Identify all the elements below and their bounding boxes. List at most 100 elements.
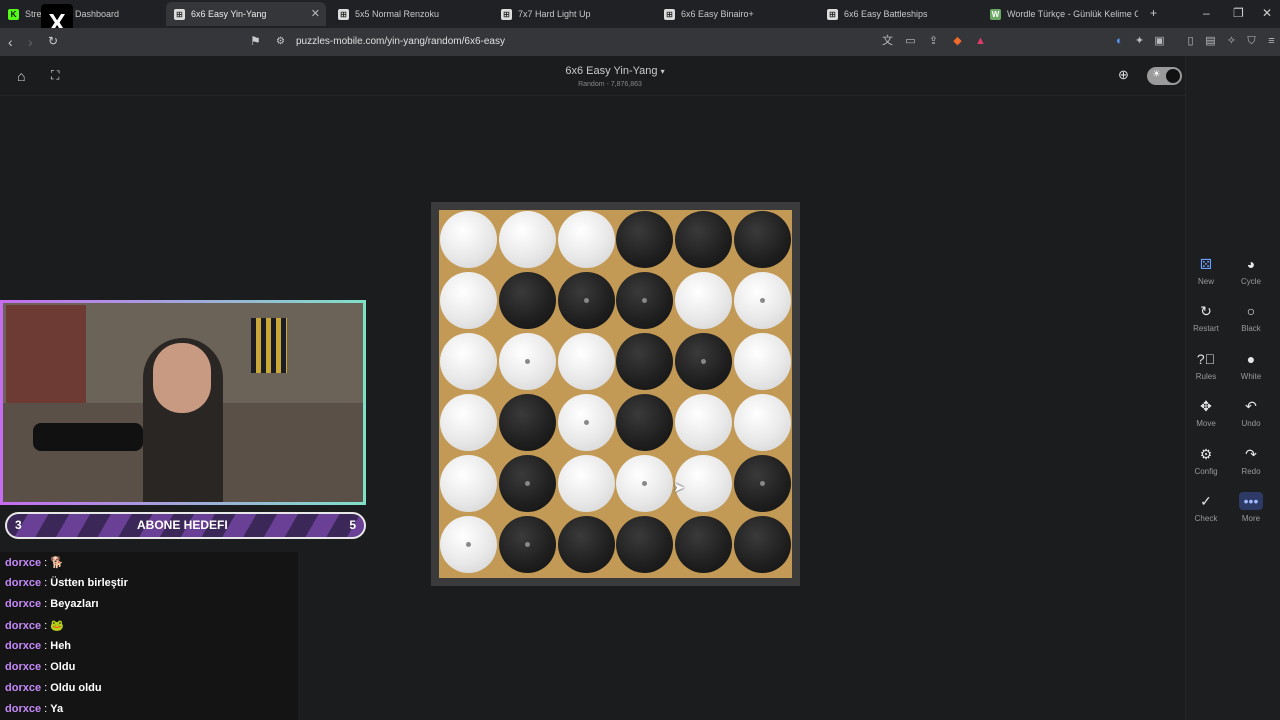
board-cell[interactable]	[734, 516, 791, 573]
toggle-knob	[1166, 69, 1180, 83]
tab-light-up[interactable]: ⊞ 7x7 Hard Light Up	[493, 2, 653, 26]
new-tab-icon[interactable]: +	[1150, 6, 1157, 20]
board-cell[interactable]	[498, 455, 556, 512]
chat-username: dorxce	[5, 598, 42, 610]
board-cell[interactable]	[440, 272, 497, 329]
board-cell[interactable]	[557, 211, 615, 268]
config-button[interactable]: ⚙ Config	[1184, 445, 1228, 476]
tab-label: 6x6 Easy Battleships	[844, 9, 928, 19]
undo-button[interactable]: ↶ Undo	[1229, 397, 1273, 428]
puzzle-subtitle: Random - 7,876,863	[578, 81, 642, 88]
board-cell[interactable]	[675, 272, 733, 329]
board-cell[interactable]	[440, 516, 497, 573]
chat-message: dorxce : Heh	[5, 640, 72, 652]
redo-button[interactable]: ↷ Redo	[1229, 445, 1273, 476]
tab-yin-yang[interactable]: ⊞ 6x6 Easy Yin-Yang ✕	[166, 2, 326, 26]
page-title[interactable]: 6x6 Easy Yin-Yang ▾	[0, 65, 1230, 77]
board-cell[interactable]	[616, 272, 674, 329]
new-button[interactable]: ⚄ New	[1184, 255, 1228, 286]
board-cell[interactable]	[498, 394, 556, 451]
cycle-button[interactable]: ◕ Cycle	[1229, 255, 1273, 286]
tab-binairo[interactable]: ⊞ 6x6 Easy Binairo+	[656, 2, 816, 26]
minimize-icon[interactable]: –	[1203, 6, 1210, 20]
config-label: Config	[1194, 467, 1218, 476]
given-marker	[583, 420, 589, 425]
wallet-icon[interactable]: ▤	[1204, 35, 1217, 48]
board-cell[interactable]	[616, 455, 674, 512]
board-cell[interactable]	[557, 394, 615, 451]
tab-wordle[interactable]: W Wordle Türkçe - Günlük Kelime Oyu	[982, 2, 1138, 26]
stream-chat: dorxce : 🐕 dorxce : Üstten birleştir dor…	[0, 552, 298, 720]
reload-icon[interactable]: ↻	[48, 34, 58, 48]
board-cell[interactable]	[616, 394, 674, 451]
translate-icon[interactable]: 文	[881, 35, 894, 48]
board-cell[interactable]	[734, 455, 791, 512]
bookmark-icon[interactable]: ⚑	[250, 34, 261, 48]
board-cell[interactable]	[557, 455, 615, 512]
tab-battleships[interactable]: ⊞ 6x6 Easy Battleships	[819, 2, 979, 26]
rewards-icon[interactable]: ▲	[974, 35, 987, 48]
board-cell[interactable]	[616, 211, 674, 268]
sidebar-icon[interactable]: ▯	[1184, 35, 1197, 48]
board-cell[interactable]	[557, 333, 615, 390]
move-button[interactable]: ✥ Move	[1184, 397, 1228, 428]
close-window-icon[interactable]: ✕	[1262, 6, 1272, 20]
webcam-overlay	[0, 300, 366, 505]
browser-tab-strip: K Stre Dashboard ⊞ 6x6 Easy Yin-Yang ✕ ⊞…	[0, 0, 1280, 28]
board-cell[interactable]	[440, 333, 497, 390]
tool-panel: ⚄ New ◕ Cycle ↻ Restart ○ Black ?⃝ Rules…	[1185, 56, 1280, 720]
white-button[interactable]: ● White	[1229, 350, 1273, 381]
board-cell[interactable]	[440, 455, 497, 512]
audio-icon[interactable]: ◐	[1113, 35, 1126, 48]
puzzle-icon: ⊞	[827, 8, 838, 20]
board-cell[interactable]	[557, 272, 615, 329]
back-icon[interactable]: ‹	[8, 34, 13, 50]
board-cell[interactable]	[734, 394, 791, 451]
vpn-icon[interactable]: ⛉	[1245, 35, 1258, 48]
board-cell[interactable]	[616, 516, 674, 573]
board-cell[interactable]	[557, 516, 615, 573]
board-cell[interactable]	[734, 333, 791, 390]
tab-renzoku[interactable]: ⊞ 5x5 Normal Renzoku	[330, 2, 490, 26]
leo-icon[interactable]: ✧	[1225, 35, 1238, 48]
zoom-icon[interactable]: ⊕	[1118, 67, 1129, 83]
extensions-icon[interactable]: ▣	[1153, 35, 1166, 48]
url-field[interactable]: puzzles-mobile.com/yin-yang/random/6x6-e…	[296, 36, 505, 47]
theme-toggle[interactable]: ☀	[1147, 67, 1182, 85]
screen-icon[interactable]: ▭	[904, 35, 917, 48]
board-cell[interactable]	[440, 394, 497, 451]
board-cell[interactable]	[675, 333, 733, 390]
board-cell[interactable]	[734, 272, 791, 329]
emote-icon: 🐸	[50, 620, 64, 632]
board-cell[interactable]	[498, 272, 556, 329]
extension-icon[interactable]: ✦	[1133, 35, 1146, 48]
board-cell[interactable]	[675, 394, 733, 451]
more-button[interactable]: ••• More	[1229, 492, 1273, 523]
share-icon[interactable]: ⇪	[927, 35, 940, 48]
forward-icon[interactable]: ›	[28, 34, 33, 50]
board-cell[interactable]	[616, 333, 674, 390]
tab-dashboard[interactable]: Dashboard	[70, 2, 162, 26]
menu-icon[interactable]: ≡	[1265, 35, 1278, 48]
brave-shield-icon[interactable]: ◆	[951, 35, 964, 48]
undo-label: Undo	[1241, 419, 1261, 428]
rules-button[interactable]: ?⃝ Rules	[1184, 350, 1228, 381]
maximize-icon[interactable]: ❐	[1233, 6, 1244, 20]
tab-label: 6x6 Easy Binairo+	[681, 9, 754, 19]
gear-icon: ⚙	[1199, 446, 1213, 462]
board-cell[interactable]	[734, 211, 791, 268]
board-cell[interactable]	[498, 333, 556, 390]
puzzle-icon: ⊞	[174, 8, 185, 20]
site-info-icon[interactable]: ⚙	[276, 36, 285, 47]
given-marker	[583, 298, 589, 303]
board-cell[interactable]	[675, 516, 733, 573]
black-button[interactable]: ○ Black	[1229, 302, 1273, 333]
board-cell[interactable]	[498, 516, 556, 573]
restart-button[interactable]: ↻ Restart	[1184, 302, 1228, 333]
close-icon[interactable]: ✕	[311, 7, 320, 20]
check-button[interactable]: ✓ Check	[1184, 492, 1228, 523]
board-cell[interactable]	[498, 211, 556, 268]
board-cell[interactable]	[675, 211, 733, 268]
more-label: More	[1241, 514, 1261, 523]
board-cell[interactable]	[440, 211, 497, 268]
